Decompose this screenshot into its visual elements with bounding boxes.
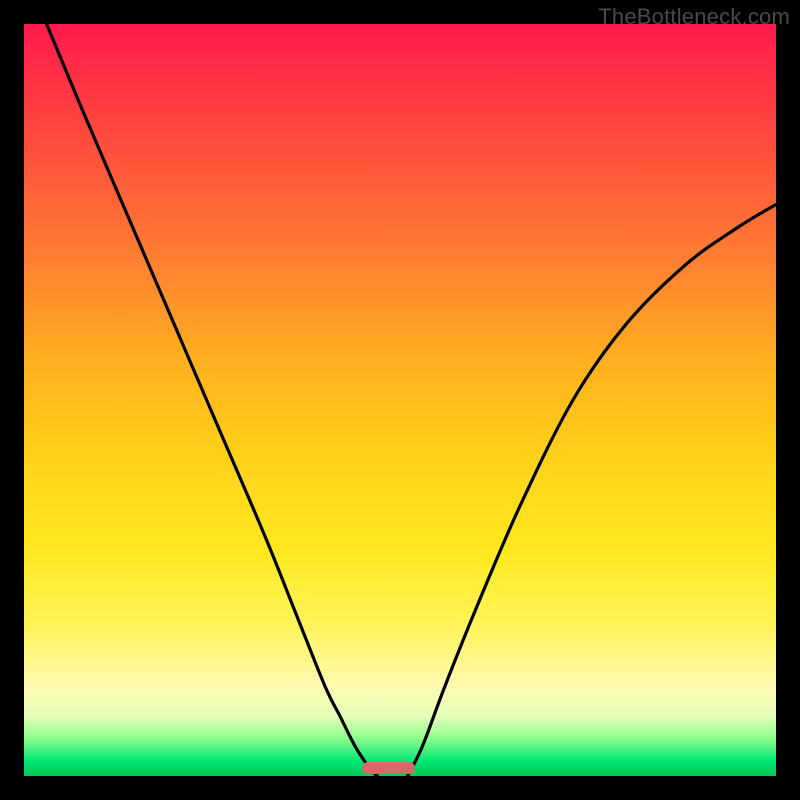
chart-plot-area [24, 24, 776, 776]
optimal-range-marker [362, 762, 415, 774]
curve-right [408, 205, 777, 777]
curve-left [47, 24, 378, 776]
bottleneck-curves [24, 24, 776, 776]
